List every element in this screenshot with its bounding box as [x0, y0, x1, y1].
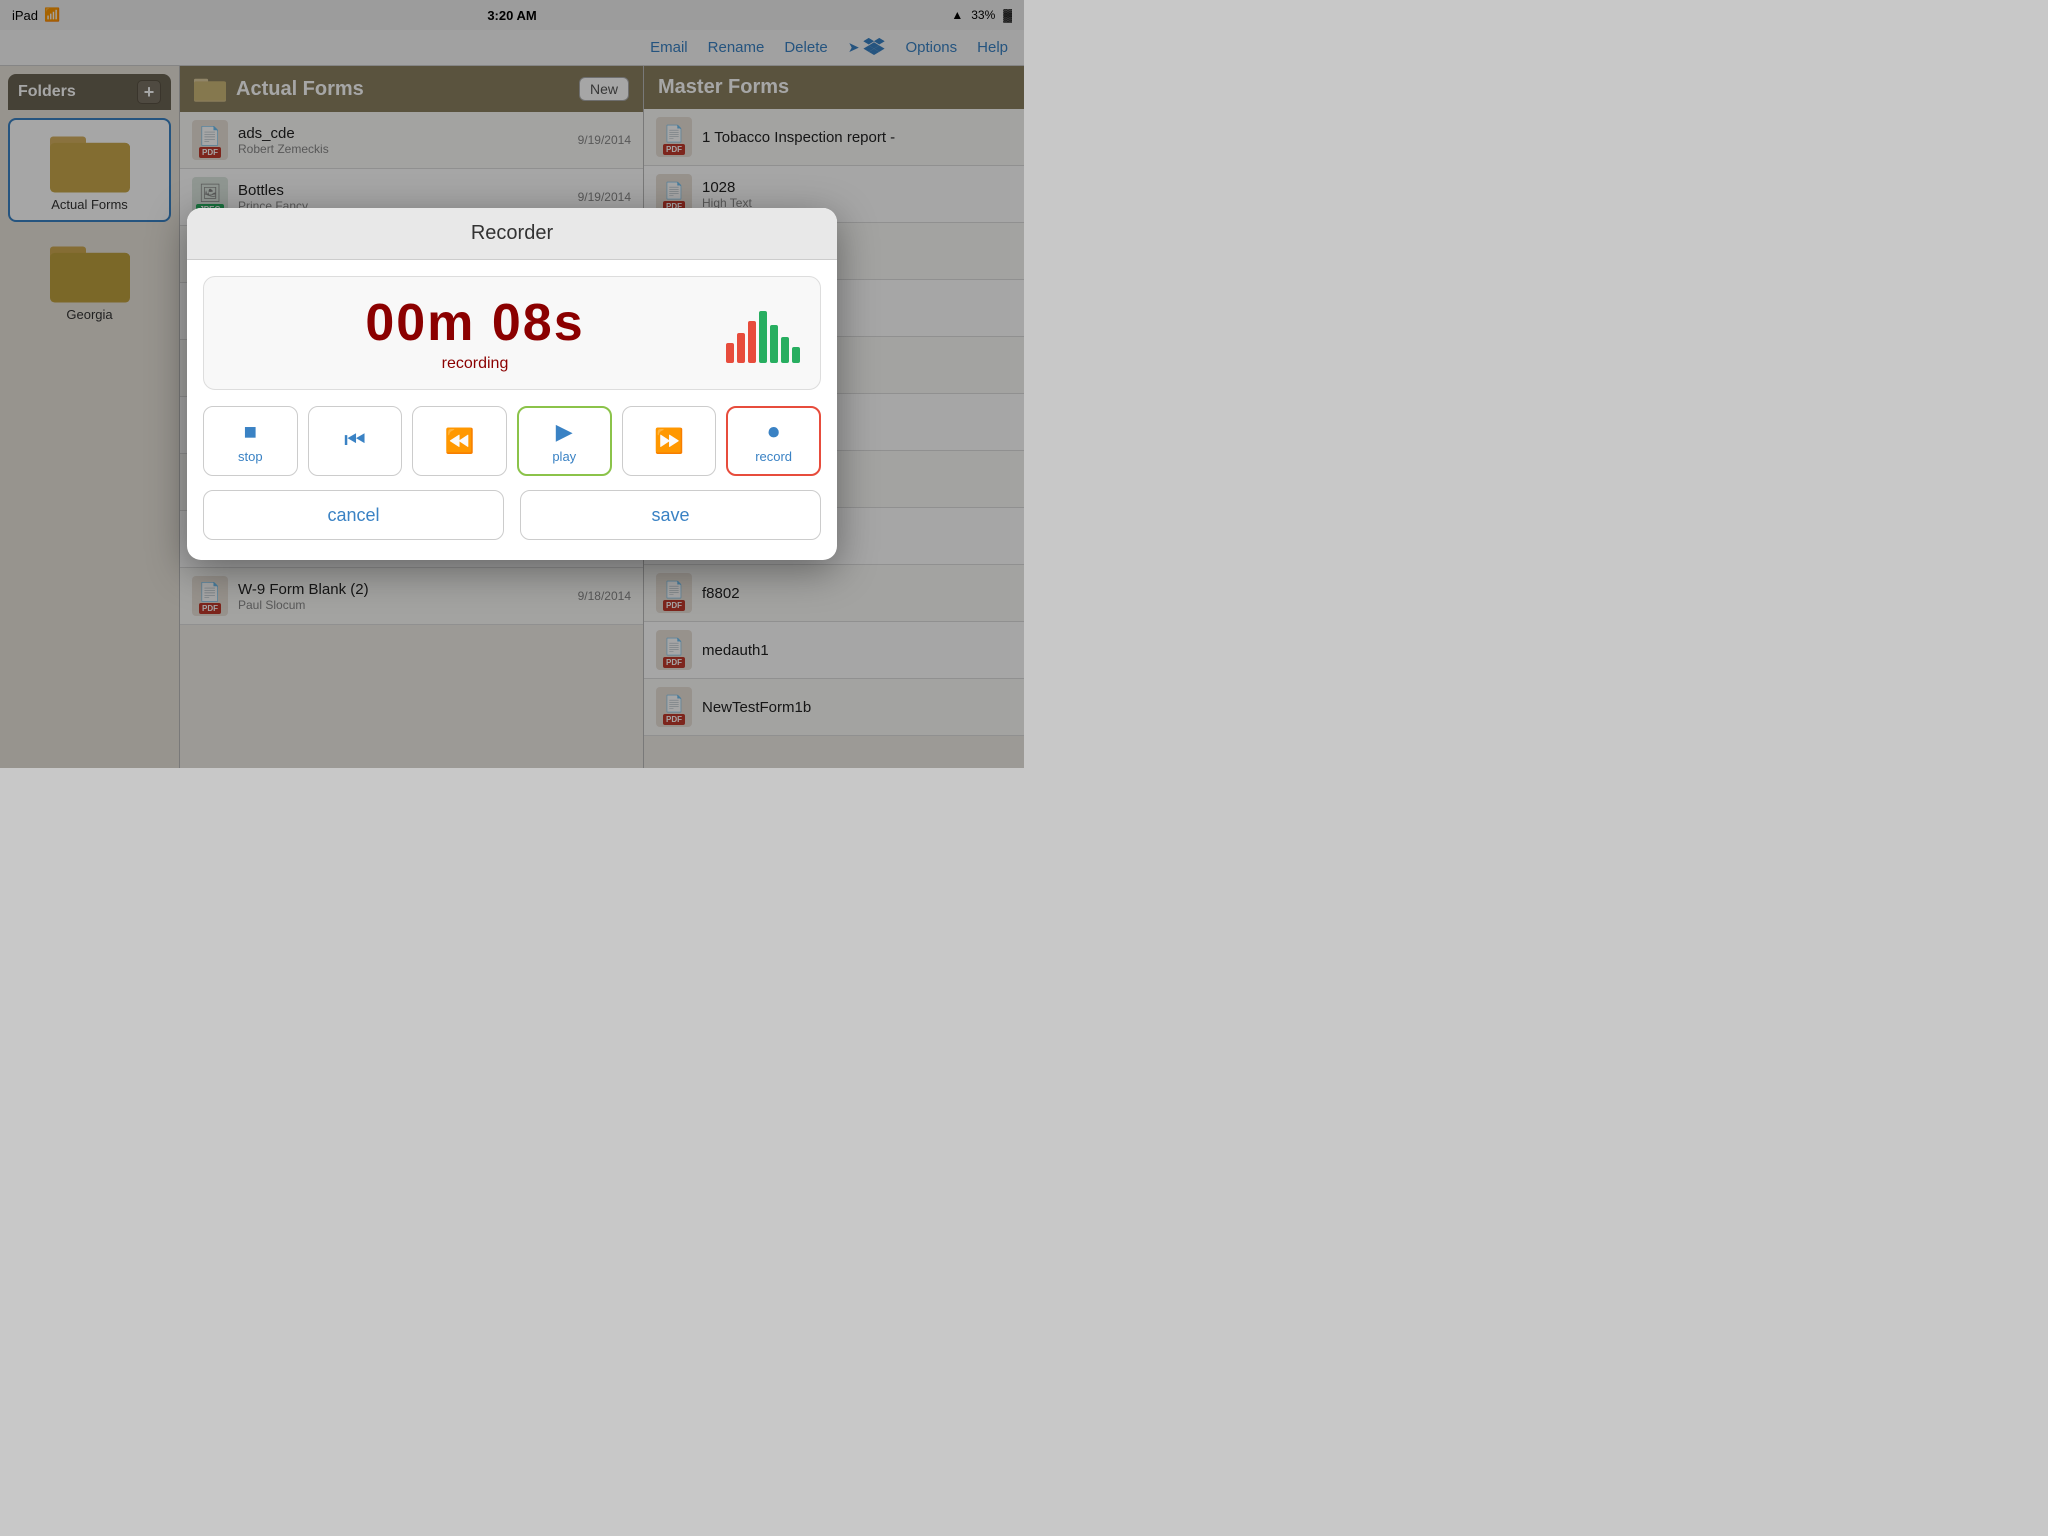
- recorder-title: Recorder: [471, 222, 553, 244]
- play-button[interactable]: ▶ play: [517, 406, 612, 476]
- record-icon: ⏺: [768, 419, 779, 445]
- modal-backdrop: Recorder 00m 08s recording ■ stop: [0, 0, 1024, 768]
- level-bar-2: [737, 333, 745, 363]
- record-label: record: [755, 449, 792, 464]
- recorder-title-bar: Recorder: [187, 208, 837, 260]
- save-button[interactable]: save: [520, 490, 821, 540]
- cancel-button[interactable]: cancel: [203, 490, 504, 540]
- level-meter: [726, 303, 800, 363]
- recorder-time-section: 00m 08s recording: [224, 293, 726, 373]
- stop-icon: ■: [244, 419, 257, 445]
- recorder-actions: cancel save: [203, 490, 821, 540]
- rewind-button[interactable]: ⏪: [412, 406, 507, 476]
- level-bar-3: [748, 321, 756, 363]
- recorder-controls: ■ stop ⏮ ⏪ ▶ play ⏩ ⏺ record: [203, 406, 821, 476]
- level-bar-5: [770, 325, 778, 363]
- rewind-icon: ⏪: [445, 427, 475, 456]
- recorder-display: 00m 08s recording: [203, 276, 821, 390]
- rewind-start-icon: ⏮: [344, 427, 366, 455]
- play-icon: ▶: [556, 419, 573, 445]
- play-label: play: [552, 449, 576, 464]
- record-button[interactable]: ⏺ record: [726, 406, 821, 476]
- recorder-modal: Recorder 00m 08s recording ■ stop: [187, 208, 837, 560]
- level-bar-7: [792, 347, 800, 363]
- rewind-start-button[interactable]: ⏮: [308, 406, 403, 476]
- level-bar-4: [759, 311, 767, 363]
- level-bar-6: [781, 337, 789, 363]
- level-bar-1: [726, 343, 734, 363]
- recorder-time: 00m 08s: [365, 293, 584, 353]
- stop-button[interactable]: ■ stop: [203, 406, 298, 476]
- fast-forward-button[interactable]: ⏩: [622, 406, 717, 476]
- fast-forward-icon: ⏩: [654, 427, 684, 456]
- stop-label: stop: [238, 449, 263, 464]
- recorder-status: recording: [442, 355, 509, 373]
